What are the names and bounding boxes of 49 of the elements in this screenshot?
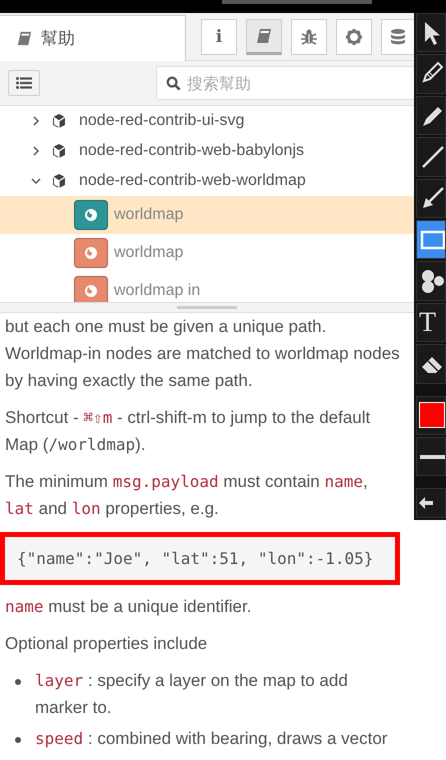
list-icon bbox=[16, 77, 32, 89]
package-name[interactable]: node-red-contrib-web-babylonjs bbox=[79, 142, 304, 160]
bullet-icon bbox=[15, 679, 21, 685]
rectangle-tool-button[interactable] bbox=[416, 220, 446, 260]
gear-button[interactable] bbox=[336, 18, 372, 54]
package-icon bbox=[51, 113, 67, 129]
package-name[interactable]: node-red-contrib-ui-svg bbox=[79, 112, 244, 130]
pencil-tool-button[interactable] bbox=[416, 54, 446, 94]
package-icon bbox=[51, 173, 67, 189]
arrow-tool-button[interactable] bbox=[416, 178, 446, 218]
search-field[interactable]: 搜索幫助 bbox=[156, 66, 414, 100]
package-name[interactable]: node-red-contrib-web-worldmap bbox=[79, 172, 306, 190]
help-tab[interactable]: 幫助 bbox=[0, 15, 186, 61]
bug-button[interactable] bbox=[291, 18, 327, 54]
back-arrow-icon bbox=[419, 497, 433, 510]
bug-icon bbox=[300, 28, 318, 46]
marker-tool-button[interactable] bbox=[416, 96, 446, 136]
line-width-icon bbox=[419, 452, 445, 461]
help-paragraph: Optional properties include bbox=[5, 633, 208, 655]
numbers-tool-button[interactable] bbox=[416, 261, 446, 301]
list-item-text: speed : combined with bearing, draws a vector bbox=[35, 728, 388, 750]
help-paragraph: name must be a unique identifier. bbox=[5, 596, 252, 618]
window-handle[interactable] bbox=[222, 0, 372, 4]
line-width-button[interactable] bbox=[416, 437, 446, 476]
list-item-text: layer : specify a layer on the map to add marker to. bbox=[35, 670, 349, 719]
book-button[interactable] bbox=[246, 18, 282, 54]
info-button[interactable]: i bbox=[201, 18, 237, 54]
code-block: {"name":"Joe", "lat":51, "lon":-1.05} bbox=[0, 532, 400, 585]
help-paragraph: but each one must be given a unique path. Worldmap-in nodes are matched to worldmap nodes by having exactly the same path. bbox=[5, 316, 400, 392]
numbered-circles-icon bbox=[419, 267, 445, 296]
back-button[interactable] bbox=[416, 488, 446, 518]
database-button[interactable] bbox=[381, 18, 414, 54]
settings-icon bbox=[345, 28, 363, 46]
list-button[interactable] bbox=[8, 70, 40, 96]
bullet-icon bbox=[15, 737, 21, 743]
color-picker-button[interactable] bbox=[416, 396, 446, 436]
search-icon bbox=[166, 76, 181, 91]
line-tool-button[interactable] bbox=[416, 137, 446, 177]
database-icon bbox=[389, 28, 407, 46]
node-item[interactable]: worldmap bbox=[0, 234, 414, 272]
eraser-tool-button[interactable] bbox=[416, 344, 446, 384]
help-paragraph: Shortcut - ⌘⇧m - ctrl-shift-m to jump to the default Map (/worldmap). bbox=[5, 407, 372, 456]
cursor-tool-button[interactable] bbox=[416, 13, 446, 52]
splitter-handle[interactable] bbox=[177, 306, 237, 309]
help-paragraph: The minimum msg.payload must contain name, lat and lon properties, e.g. bbox=[5, 471, 369, 520]
book-icon bbox=[255, 26, 273, 44]
text-tool-button[interactable]: T bbox=[416, 302, 446, 342]
package-icon bbox=[51, 143, 67, 159]
book-icon bbox=[16, 30, 33, 47]
